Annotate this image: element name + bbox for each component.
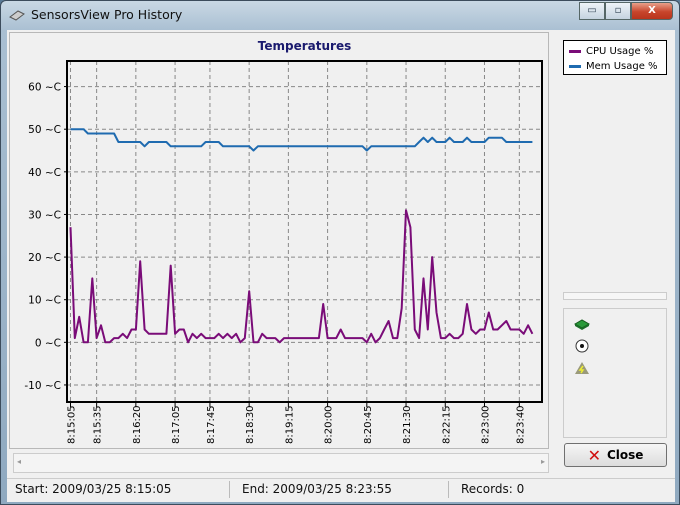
legend-label-mem: Mem Usage % <box>586 60 658 72</box>
legend-item-cpu: CPU Usage % <box>569 44 653 58</box>
status-records: Records: 0 <box>461 482 525 496</box>
chart-title: Temperatures <box>258 39 351 53</box>
window-close-button[interactable]: X <box>631 2 673 20</box>
maximize-button[interactable]: ▫ <box>605 2 631 20</box>
x-tick-label: 8:17:05 <box>171 405 182 444</box>
window-title: SensorsView Pro History <box>31 7 183 22</box>
chart-legend: CPU Usage % Mem Usage % <box>563 40 667 75</box>
disk-drive-icon[interactable] <box>574 339 590 353</box>
status-start: Start: 2009/03/25 8:15:05 <box>15 482 172 496</box>
power-warning-icon[interactable] <box>574 361 590 375</box>
x-tick-label: 8:20:00 <box>324 405 335 444</box>
y-tick-label: 60 ~C <box>28 82 61 94</box>
y-tick-label: -10 ~C <box>24 380 61 392</box>
y-tick-label: 40 ~C <box>28 167 61 179</box>
minimize-button[interactable]: ▭ <box>579 2 605 20</box>
x-tick-label: 8:17:45 <box>206 405 217 444</box>
scroll-left-arrow[interactable]: ◂ <box>17 457 21 466</box>
legend-label-cpu: CPU Usage % <box>586 45 654 57</box>
mem-swatch <box>569 64 581 68</box>
x-tick-label: 8:19:15 <box>284 405 295 444</box>
cpu-swatch <box>569 49 581 53</box>
title-bar[interactable]: SensorsView Pro History ▭ ▫ X <box>1 1 679 29</box>
app-window: SensorsView Pro History ▭ ▫ X Temperatur… <box>0 0 680 505</box>
scroll-right-arrow[interactable]: ▸ <box>541 457 545 466</box>
mem-usage-line <box>70 128 533 152</box>
plot-frame <box>66 60 543 403</box>
x-tick-label: 8:16:20 <box>132 405 143 444</box>
y-tick-label: 0 ~C <box>35 337 61 349</box>
cpu-usage-line <box>69 209 534 344</box>
horizontal-scrollbar[interactable]: ◂ ▸ <box>13 453 549 473</box>
x-tick-label: 8:23:00 <box>480 405 491 444</box>
x-tick-label: 8:18:30 <box>245 405 256 444</box>
x-tick-label: 8:21:30 <box>402 405 413 444</box>
motherboard-icon[interactable] <box>574 317 590 331</box>
x-tick-label: 8:15:35 <box>93 405 104 444</box>
x-tick-label: 8:15:05 <box>66 405 77 444</box>
client-area: Temperatures 60 ~C 50 ~C 40 ~C 30 ~C 20 ~C 10 … <box>7 30 675 502</box>
status-end: End: 2009/03/25 8:23:55 <box>242 482 392 496</box>
close-x-icon: ✕ <box>587 445 601 465</box>
x-tick-label: 8:22:15 <box>441 405 452 444</box>
y-tick-label: 50 ~C <box>28 124 61 136</box>
status-bar: Start: 2009/03/25 8:15:05 End: 2009/03/2… <box>7 478 675 500</box>
temperature-chart: Temperatures 60 ~C 50 ~C 40 ~C 30 ~C 20 ~C 10 … <box>24 39 543 444</box>
y-tick-label: 10 ~C <box>28 295 61 307</box>
close-button[interactable]: ✕ Close <box>564 443 667 467</box>
close-button-label: Close <box>606 448 644 462</box>
legend-item-mem: Mem Usage % <box>569 59 658 73</box>
sensor-icon-panel <box>563 308 667 438</box>
panel-splitter[interactable] <box>563 292 667 300</box>
sensor-chip-icon <box>9 10 25 21</box>
x-tick-label: 8:20:45 <box>363 405 374 444</box>
x-tick-label: 8:23:40 <box>515 405 526 444</box>
y-tick-label: 30 ~C <box>28 209 61 221</box>
y-tick-label: 20 ~C <box>28 252 61 264</box>
chart-panel: Temperatures 60 ~C 50 ~C 40 ~C 30 ~C 20 ~C 10 … <box>9 32 549 449</box>
